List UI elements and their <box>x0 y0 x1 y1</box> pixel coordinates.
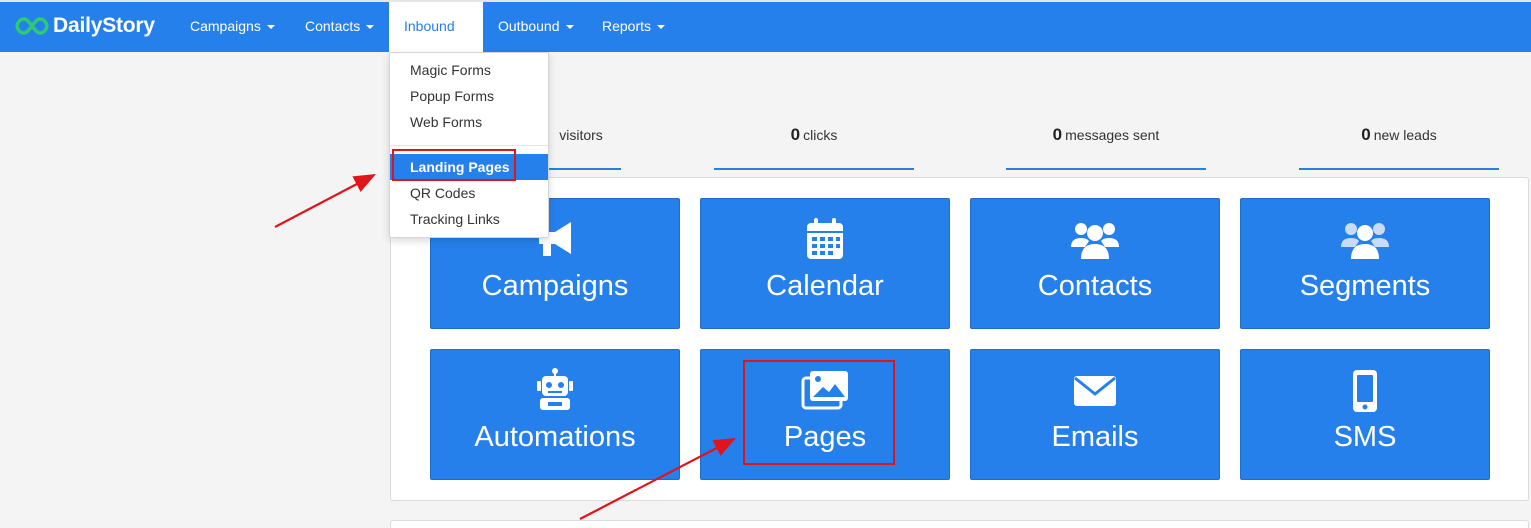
menu-item-tracking-links[interactable]: Tracking Links <box>390 206 548 232</box>
tile-pages-label: Pages <box>783 421 867 453</box>
menu-item-popup-forms[interactable]: Popup Forms <box>390 83 548 109</box>
tile-contacts-label: Contacts <box>1037 270 1153 302</box>
tile-segments[interactable]: Segments <box>1240 198 1490 329</box>
stat-visitors-label: visitors <box>559 127 603 143</box>
tile-segments-label: Segments <box>1299 270 1431 302</box>
stat-messages-sent: 0 messages sent <box>1006 120 1206 170</box>
nav-contacts[interactable]: Contacts <box>290 2 389 52</box>
menu-divider <box>390 145 548 146</box>
nav-reports[interactable]: Reports <box>587 2 680 52</box>
stat-leads-label: new leads <box>1373 127 1437 143</box>
tile-automations-label: Automations <box>474 421 636 453</box>
nav-campaigns[interactable]: Campaigns <box>175 2 290 52</box>
mobile-phone-icon <box>1353 370 1377 412</box>
robot-icon <box>537 368 573 410</box>
stat-messages-value: 0 <box>1052 125 1063 144</box>
nav-inbound[interactable]: Inbound <box>389 2 483 78</box>
tile-calendar[interactable]: Calendar <box>700 198 950 329</box>
menu-item-landing-pages[interactable]: Landing Pages <box>390 154 548 180</box>
tile-sms-label: SMS <box>1333 421 1397 453</box>
calendar-icon <box>807 218 843 259</box>
caret-down-icon <box>366 25 375 30</box>
inbound-dropdown-menu: Magic Forms Popup Forms Web Forms Landin… <box>389 52 549 238</box>
brand-logo[interactable]: DailyStory <box>14 12 155 40</box>
tile-calendar-label: Calendar <box>766 270 884 302</box>
caret-down-icon <box>565 25 574 30</box>
stat-clicks: 0 clicks <box>714 120 914 170</box>
menu-item-magic-forms[interactable]: Magic Forms <box>390 57 548 83</box>
nav-contacts-label: Contacts <box>305 18 361 34</box>
menu-item-qr-codes[interactable]: QR Codes <box>390 180 548 206</box>
user-group-icon <box>1341 223 1389 259</box>
tile-automations[interactable]: Automations <box>430 349 680 480</box>
tile-contacts[interactable]: Contacts <box>970 198 1220 329</box>
users-icon <box>1071 223 1119 259</box>
envelope-icon <box>1074 376 1116 406</box>
stat-new-leads: 0 new leads <box>1299 120 1499 170</box>
stat-messages-label: messages sent <box>1065 127 1160 143</box>
tile-emails-label: Emails <box>1051 421 1139 453</box>
nav-reports-label: Reports <box>602 18 652 34</box>
nav-outbound-label: Outbound <box>498 18 560 34</box>
top-navbar: DailyStory Campaigns Contacts Inbound Ou… <box>0 0 1531 78</box>
stat-leads-value: 0 <box>1361 125 1371 144</box>
caret-down-icon <box>657 25 666 30</box>
stat-clicks-label: clicks <box>803 127 838 143</box>
stat-clicks-value: 0 <box>790 125 801 144</box>
caret-down-icon <box>266 25 275 30</box>
secondary-panel <box>390 520 1529 528</box>
tile-sms[interactable]: SMS <box>1240 349 1490 480</box>
tile-emails[interactable]: Emails <box>970 349 1220 480</box>
infinity-logo-icon <box>15 17 49 35</box>
images-icon <box>801 371 848 410</box>
tile-pages[interactable]: Pages <box>700 349 950 480</box>
arrow-to-landing-pages <box>274 173 376 228</box>
tile-campaigns-label: Campaigns <box>481 270 629 302</box>
nav-inbound-label: Inbound <box>404 18 455 34</box>
nav-campaigns-label: Campaigns <box>190 18 261 34</box>
nav-outbound[interactable]: Outbound <box>483 2 589 52</box>
menu-item-web-forms[interactable]: Web Forms <box>390 109 548 135</box>
brand-name: DailyStory <box>53 14 155 37</box>
